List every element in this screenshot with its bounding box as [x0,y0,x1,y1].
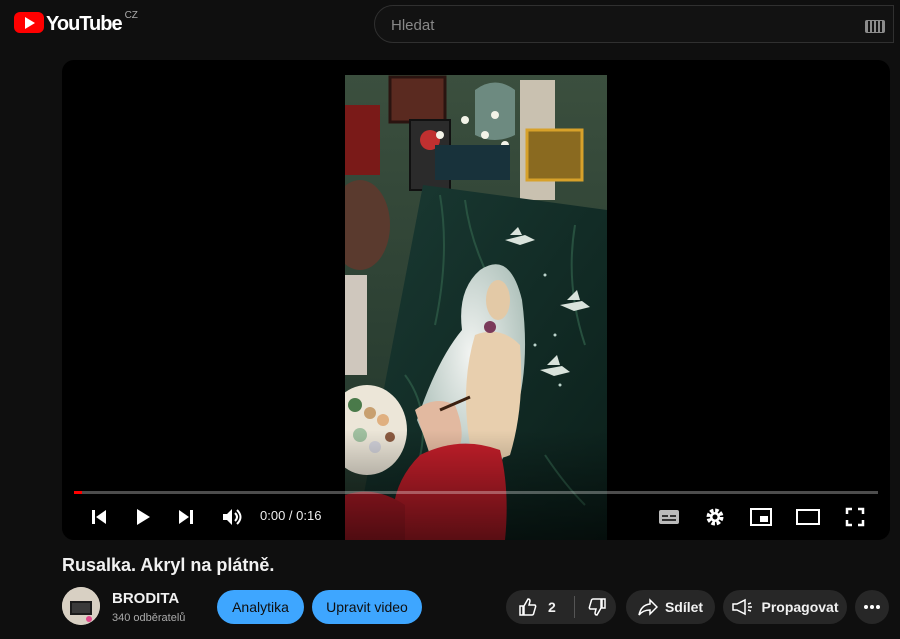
skip-previous-icon [92,510,106,524]
more-horizontal-icon [864,605,880,609]
previous-button[interactable] [86,503,112,531]
youtube-logo[interactable]: YouTube CZ [14,10,138,36]
fullscreen-button[interactable] [841,503,869,531]
video-player[interactable]: 0:00 / 0:16 [62,60,890,540]
thumbs-down-icon [588,598,606,616]
megaphone-icon [732,598,753,616]
volume-icon [223,509,242,525]
theater-mode-icon [796,509,820,525]
settings-button[interactable] [701,503,729,531]
play-button[interactable] [130,503,156,531]
edit-video-button[interactable]: Upravit video [312,590,422,624]
more-actions-button[interactable] [855,590,889,624]
like-count: 2 [548,599,556,615]
like-button[interactable]: 2 [506,590,556,624]
miniplayer-icon [750,508,772,526]
edit-video-button-label: Upravit video [326,599,408,615]
miniplayer-button[interactable] [747,503,775,531]
share-button[interactable]: Sdílet [626,590,715,624]
analytics-button[interactable]: Analytika [217,590,304,624]
keyboard-icon[interactable] [865,20,885,33]
subtitles-icon [659,510,679,524]
play-icon [137,509,150,525]
subscriber-count: 340 odběratelů [112,612,186,624]
youtube-play-icon [14,12,44,33]
analytics-button-label: Analytika [232,599,289,615]
dislike-button[interactable] [575,590,607,624]
fullscreen-icon [845,507,865,527]
avatar-image [62,587,100,625]
gear-icon [706,508,724,526]
progress-fill [74,491,83,494]
promote-button[interactable]: Propagovat [723,590,847,624]
progress-bar[interactable] [74,491,878,494]
logo-text: YouTube [46,13,123,35]
channel-name[interactable]: BRODITA [112,590,179,607]
country-code: CZ [124,10,138,21]
time-display: 0:00 / 0:16 [260,508,322,523]
video-title: Rusalka. Akryl na plátně. [62,555,275,575]
next-button[interactable] [173,503,199,531]
promote-button-label: Propagovat [761,599,839,615]
thumbs-up-icon [519,598,537,616]
volume-button[interactable] [218,503,246,531]
share-button-label: Sdílet [664,599,704,615]
skip-next-icon [179,510,193,524]
share-icon [638,598,658,616]
channel-avatar[interactable] [62,587,100,625]
like-dislike-group: 2 [506,590,616,624]
search-box[interactable] [374,5,894,44]
theater-mode-button[interactable] [793,503,823,531]
subtitles-button[interactable] [655,503,683,531]
search-input[interactable] [389,6,853,44]
